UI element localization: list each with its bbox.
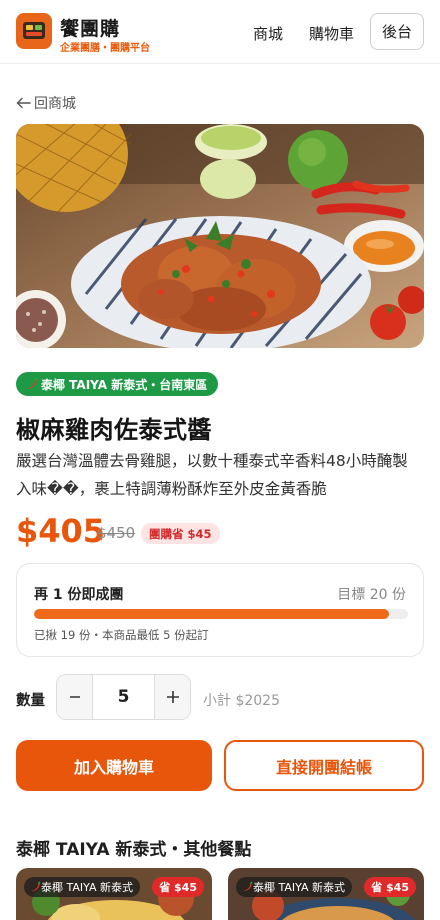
quantity-stepper: 5 <box>56 674 191 720</box>
group-price: $405 <box>16 512 106 550</box>
product-title: 椒麻雞肉佐泰式醬 <box>16 416 212 444</box>
product-hero-image <box>16 124 424 348</box>
save-badge: 團購省 $45 <box>141 523 220 544</box>
checkout-button[interactable]: 直接開團結帳 <box>224 740 424 791</box>
product-card[interactable]: 泰椰 TAIYA 新泰式 省 $45 <box>16 868 212 920</box>
nav-cart-link[interactable]: 購物車 <box>309 23 354 44</box>
product-description: 嚴選台灣溫體去骨雞腿，以數十種泰式辛香料48小時醃製入味��，裹上特調薄粉酥炸至… <box>16 452 408 498</box>
product-card[interactable]: 泰椰 TAIYA 新泰式 省 $45 <box>228 868 424 920</box>
back-link-label: 回商城 <box>34 96 76 112</box>
other-items-title: 泰椰 TAIYA 新泰式・其他餐點 <box>16 840 252 860</box>
card-store-tag: 泰椰 TAIYA 新泰式 <box>24 877 141 897</box>
plus-icon <box>166 691 179 703</box>
card-store-tag: 泰椰 TAIYA 新泰式 <box>236 877 353 897</box>
admin-button[interactable]: 後台 <box>370 13 424 50</box>
card-save-badge: 省 $45 <box>364 877 416 897</box>
progress-target: 目標 20 份 <box>337 587 406 603</box>
chili-icon <box>242 881 253 891</box>
quantity-label: 數量 <box>16 693 45 709</box>
brand-logo-icon[interactable] <box>16 13 52 49</box>
quantity-input[interactable]: 5 <box>92 675 155 719</box>
original-price: $450 <box>97 524 136 542</box>
arrow-left-icon <box>16 97 31 109</box>
store-tag[interactable]: 泰椰 TAIYA 新泰式・台南東區 <box>16 372 219 396</box>
progress-title: 再 1 份即成團 <box>34 587 124 603</box>
group-progress-card: 再 1 份即成團 目標 20 份 已揪 19 份・本商品最低 5 份起訂 <box>16 563 424 657</box>
store-tag-label: 泰椰 TAIYA 新泰式・台南東區 <box>41 377 208 392</box>
back-to-mall-link[interactable]: 回商城 <box>16 93 76 113</box>
add-to-cart-button[interactable]: 加入購物車 <box>16 740 212 791</box>
card-store-label: 泰椰 TAIYA 新泰式 <box>41 881 134 894</box>
chili-icon <box>26 377 38 389</box>
card-save-badge: 省 $45 <box>152 877 204 897</box>
increase-button[interactable] <box>155 675 190 719</box>
progress-bar-fill <box>34 609 390 619</box>
nav-mall-link[interactable]: 商城 <box>253 23 283 44</box>
chili-icon <box>30 881 41 891</box>
progress-bar <box>34 609 408 619</box>
subtotal: 小計 $2025 <box>203 693 280 709</box>
card-store-label: 泰椰 TAIYA 新泰式 <box>253 881 346 894</box>
brand-name[interactable]: 饗團購 <box>60 14 120 41</box>
minus-icon <box>69 696 80 698</box>
app-header: 饗團購 企業團膳・團購平台 商城 購物車 後台 <box>0 0 440 64</box>
decrease-button[interactable] <box>57 675 92 719</box>
brand-subtitle: 企業團膳・團購平台 <box>60 43 150 54</box>
progress-footnote: 已揪 19 份・本商品最低 5 份起訂 <box>34 628 209 642</box>
